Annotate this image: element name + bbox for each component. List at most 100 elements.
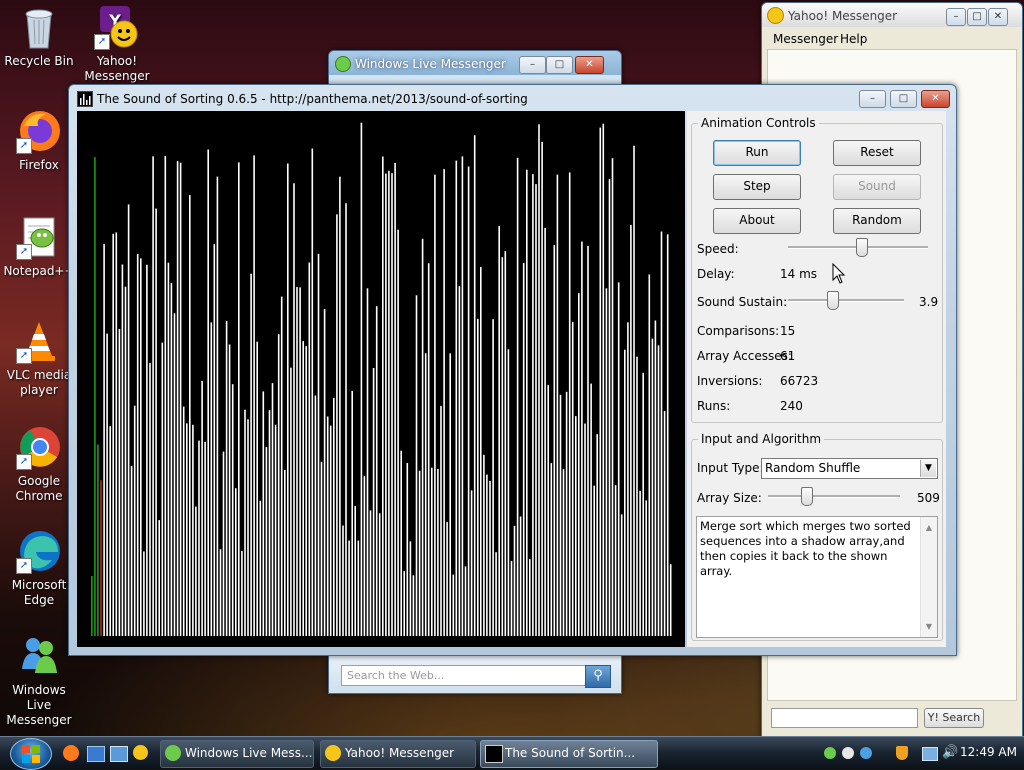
input-type-select[interactable]: Random Shuffle ▼: [761, 458, 938, 479]
desktop-icon-vlc[interactable]: ➚ VLC media player: [1, 318, 77, 398]
quicklaunch-firefox-icon[interactable]: [63, 745, 79, 761]
tray-yahoo-icon[interactable]: [842, 747, 854, 759]
reset-button[interactable]: Reset: [833, 140, 921, 166]
array-bar: [216, 176, 219, 636]
array-size-value: 509: [917, 491, 940, 505]
start-button[interactable]: [10, 738, 52, 770]
edge-icon: ➚: [16, 528, 62, 574]
quicklaunch-yahoo-icon[interactable]: [133, 745, 148, 760]
array-bar: [219, 549, 222, 636]
speed-slider-thumb[interactable]: [856, 238, 868, 257]
tray-security-icon[interactable]: [896, 746, 908, 760]
search-icon[interactable]: ⚲: [585, 665, 611, 688]
array-bar: [397, 229, 399, 636]
desktop-icon-label: Notepad++: [3, 264, 75, 278]
chevron-down-icon[interactable]: ▼: [920, 460, 936, 477]
array-bar: [161, 342, 164, 636]
yahoo-title-bar[interactable]: Yahoo! Messenger – □ ✕: [762, 3, 1022, 27]
array-bar: [473, 135, 476, 636]
yahoo-search-input[interactable]: [771, 708, 918, 728]
description-scrollbar[interactable]: ▲ ▼: [920, 517, 937, 637]
array-bar: [611, 158, 614, 636]
desktop-icon-recycle-bin[interactable]: Recycle Bin: [1, 4, 77, 69]
array-size-slider-thumb[interactable]: [801, 487, 813, 506]
tray-update-icon[interactable]: [860, 747, 872, 759]
maximize-button[interactable]: □: [546, 56, 573, 74]
quicklaunch-desktop-icon[interactable]: [87, 746, 105, 762]
yahoo-search-button[interactable]: Y! Search: [924, 708, 984, 728]
desktop-icon-chrome[interactable]: ➚ Google Chrome: [1, 424, 77, 504]
wlm-taskbar-icon: [165, 745, 181, 761]
taskbar-item-label: Windows Live Mess...: [185, 746, 313, 760]
array-bar: [173, 313, 176, 636]
quicklaunch-switch-icon[interactable]: [110, 746, 128, 762]
desktop-icon-yahoo[interactable]: Y ➚ Yahoo! Messenger: [79, 4, 155, 84]
minimize-button[interactable]: –: [946, 8, 966, 26]
tray-network-icon[interactable]: [922, 747, 938, 761]
close-button[interactable]: ✕: [575, 56, 604, 74]
array-bar: [329, 425, 332, 636]
taskbar-item-yahoo[interactable]: Yahoo! Messenger: [320, 740, 476, 768]
input-algorithm-title: Input and Algorithm: [698, 432, 825, 446]
scroll-up-icon[interactable]: ▲: [921, 520, 937, 535]
close-button[interactable]: ✕: [988, 8, 1008, 26]
array-bar: [385, 173, 387, 636]
minimize-button[interactable]: –: [519, 56, 546, 74]
desktop-icon-firefox[interactable]: ➚ Firefox: [1, 108, 77, 173]
step-button[interactable]: Step: [713, 174, 801, 200]
tray-messenger-icon[interactable]: [824, 747, 836, 759]
array-bar: [400, 450, 402, 636]
array-bar: [596, 434, 598, 636]
wlm-title-bar[interactable]: Windows Live Messenger – □ ✕: [329, 51, 621, 75]
menu-help[interactable]: Help: [840, 32, 867, 46]
sustain-slider-thumb[interactable]: [827, 291, 839, 310]
menu-messenger[interactable]: Messenger: [773, 32, 838, 46]
sound-of-sorting-window[interactable]: The Sound of Sorting 0.6.5 - http://pant…: [68, 84, 957, 656]
sound-sustain-slider[interactable]: [788, 289, 904, 311]
minimize-button[interactable]: –: [859, 90, 886, 108]
yahoo-taskbar-icon: [325, 745, 341, 761]
array-bar: [464, 566, 467, 636]
desktop-icon-wlm[interactable]: Windows Live Messenger: [1, 633, 77, 728]
array-bar: [486, 474, 488, 636]
input-type-label: Input Type:: [697, 461, 764, 475]
maximize-button[interactable]: □: [967, 8, 987, 26]
random-button[interactable]: Random: [833, 208, 921, 234]
array-bar: [345, 203, 347, 637]
desktop-icon-edge[interactable]: ➚ Microsoft Edge: [1, 528, 77, 608]
algorithm-description[interactable]: Merge sort which merges two sorted seque…: [696, 516, 938, 638]
speed-slider[interactable]: [788, 236, 928, 258]
array-bar: [547, 385, 549, 636]
array-bar: [535, 184, 537, 636]
array-bar: [614, 485, 617, 636]
array-bar: [507, 349, 510, 636]
array-bar: [467, 166, 470, 636]
array-bar: [477, 318, 479, 636]
inversions-value: 66723: [780, 374, 819, 388]
tray-volume-icon[interactable]: 🔊: [942, 745, 958, 760]
array-bar: [556, 174, 559, 636]
maximize-button[interactable]: □: [890, 90, 917, 108]
sound-button[interactable]: Sound: [833, 174, 921, 200]
desktop-icon-label: Windows Live Messenger: [6, 683, 72, 727]
taskbar-item-wlm[interactable]: Windows Live Mess...: [160, 740, 314, 768]
desktop-icon-notepadpp[interactable]: ➚ Notepad++: [1, 214, 77, 279]
close-button[interactable]: ✕: [921, 90, 950, 108]
about-button[interactable]: About: [713, 208, 801, 234]
array-bar: [605, 288, 608, 636]
run-button[interactable]: Run: [713, 140, 801, 166]
sort-title-bar[interactable]: The Sound of Sorting 0.6.5 - http://pant…: [69, 85, 956, 109]
wlm-search-input[interactable]: Search the Web...: [341, 665, 588, 686]
array-size-slider[interactable]: [768, 485, 900, 507]
wlm-window-title: Windows Live Messenger: [355, 57, 506, 71]
array-bar: [296, 287, 298, 636]
array-bar: [271, 383, 274, 636]
input-algorithm-group: Input and Algorithm Input Type: Random S…: [691, 432, 943, 641]
taskbar-clock[interactable]: 12:49 AM: [960, 745, 1017, 759]
array-bar: [424, 353, 427, 636]
array-bar: [136, 253, 139, 636]
chrome-icon: ➚: [16, 424, 62, 470]
scroll-down-icon[interactable]: ▼: [921, 619, 937, 634]
taskbar-item-sound-of-sorting[interactable]: The Sound of Sortin...: [480, 740, 658, 768]
array-bar: [666, 234, 669, 637]
